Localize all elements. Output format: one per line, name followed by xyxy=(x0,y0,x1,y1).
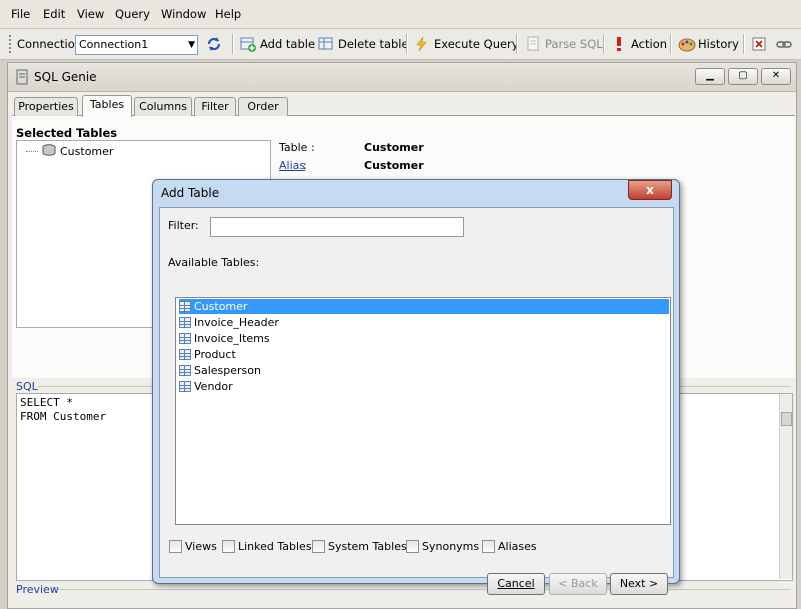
menu-window[interactable]: Window xyxy=(161,7,206,21)
list-item[interactable]: Vendor xyxy=(179,379,669,394)
refresh-button[interactable] xyxy=(206,29,222,59)
table-value: Customer xyxy=(364,141,424,154)
maximize-button[interactable]: ▢ xyxy=(728,68,758,85)
exclamation-icon xyxy=(611,36,627,52)
dialog-close-button[interactable]: x xyxy=(628,180,672,200)
connection-select[interactable]: Connection1 ▼ xyxy=(75,35,198,55)
tab-filter[interactable]: Filter xyxy=(194,97,236,116)
lightning-icon xyxy=(414,36,430,52)
action-button[interactable]: Action xyxy=(611,29,667,59)
sql-line-2: FROM Customer xyxy=(20,410,107,423)
alias-colon: : xyxy=(303,159,307,172)
window-icon xyxy=(16,69,28,88)
table-icon xyxy=(179,301,191,312)
minimize-button[interactable]: ▁ xyxy=(695,68,725,85)
table-label: Table : xyxy=(279,141,315,154)
preview-label: Preview xyxy=(16,583,59,596)
aliases-checkbox[interactable]: Aliases xyxy=(482,540,537,553)
history-button[interactable]: History xyxy=(678,29,739,59)
checkbox-box[interactable] xyxy=(406,540,419,553)
list-item[interactable]: Salesperson xyxy=(179,363,669,378)
link-button[interactable] xyxy=(776,29,792,59)
sql-scrollbar[interactable] xyxy=(779,394,792,579)
filter-label: Filter: xyxy=(168,219,199,232)
delete-table-icon xyxy=(318,36,334,52)
sql-line-1: SELECT * xyxy=(20,396,73,409)
tab-tables[interactable]: Tables xyxy=(82,95,132,117)
menu-view[interactable]: View xyxy=(77,7,104,21)
table-icon xyxy=(179,333,191,344)
menu-file[interactable]: File xyxy=(11,7,30,21)
list-item[interactable]: Product xyxy=(179,347,669,362)
synonyms-checkbox[interactable]: Synonyms xyxy=(406,540,479,553)
available-tables-label: Available Tables: xyxy=(168,256,260,269)
tree-item-customer[interactable]: Customer xyxy=(26,144,113,159)
scrollbar-thumb[interactable] xyxy=(781,412,792,426)
checkbox-box[interactable] xyxy=(222,540,235,553)
document-icon xyxy=(525,36,541,52)
menu-edit[interactable]: Edit xyxy=(43,7,65,21)
checkbox-box[interactable] xyxy=(312,540,325,553)
add-table-icon xyxy=(240,36,256,52)
dialog-body: Filter: Available Tables: Customer Invoi… xyxy=(159,207,674,595)
menu-bar: File Edit View Query Window Help xyxy=(0,0,801,29)
alias-link[interactable]: Alias xyxy=(279,159,305,172)
close-query-button[interactable] xyxy=(751,29,767,59)
next-button[interactable]: Next > xyxy=(610,573,668,595)
execute-query-button[interactable]: Execute Query xyxy=(414,29,519,59)
dialog-title: Add Table xyxy=(161,186,220,200)
table-icon xyxy=(179,349,191,360)
palette-icon xyxy=(678,36,696,52)
window-titlebar: SQL Genie ▁ ▢ ✕ xyxy=(8,63,796,92)
table-icon xyxy=(179,365,191,376)
tab-order[interactable]: Order xyxy=(238,97,288,116)
add-table-button[interactable]: Add table xyxy=(240,29,315,59)
checkbox-box[interactable] xyxy=(482,540,495,553)
link-icon xyxy=(776,36,792,52)
list-item[interactable]: Customer xyxy=(179,299,669,314)
cancel-button[interactable]: Cancel xyxy=(487,573,545,595)
menu-help[interactable]: Help xyxy=(215,7,241,21)
list-item[interactable]: Invoice_Header xyxy=(179,315,669,330)
system-tables-checkbox[interactable]: System Tables xyxy=(312,540,407,553)
selected-tables-heading: Selected Tables xyxy=(16,126,118,140)
window-title: SQL Genie xyxy=(34,70,97,84)
close-button[interactable]: ✕ xyxy=(761,68,791,85)
database-icon xyxy=(42,144,56,159)
list-item[interactable]: Invoice_Items xyxy=(179,331,669,346)
views-checkbox[interactable]: Views xyxy=(169,540,217,553)
close-doc-icon xyxy=(751,36,767,52)
menu-query[interactable]: Query xyxy=(115,7,150,21)
tab-properties[interactable]: Properties xyxy=(14,97,78,116)
linked-tables-checkbox[interactable]: Linked Tables xyxy=(222,540,312,553)
refresh-icon xyxy=(206,36,222,52)
tab-columns[interactable]: Columns xyxy=(134,97,192,116)
table-icon xyxy=(179,381,191,392)
table-icon xyxy=(179,317,191,328)
add-table-dialog: Add Table x Filter: Available Tables: Cu… xyxy=(152,179,680,595)
filter-input[interactable] xyxy=(210,217,464,237)
available-tables-list[interactable]: Customer Invoice_Header Invoice_Items Pr… xyxy=(175,297,671,525)
parse-sql-button[interactable]: Parse SQL xyxy=(525,29,603,59)
delete-table-button[interactable]: Delete table xyxy=(318,29,409,59)
alias-value: Customer xyxy=(364,159,424,172)
back-button[interactable]: < Back xyxy=(549,573,607,595)
checkbox-box[interactable] xyxy=(169,540,182,553)
chevron-down-icon: ▼ xyxy=(188,40,195,50)
sql-label: SQL xyxy=(16,380,38,393)
